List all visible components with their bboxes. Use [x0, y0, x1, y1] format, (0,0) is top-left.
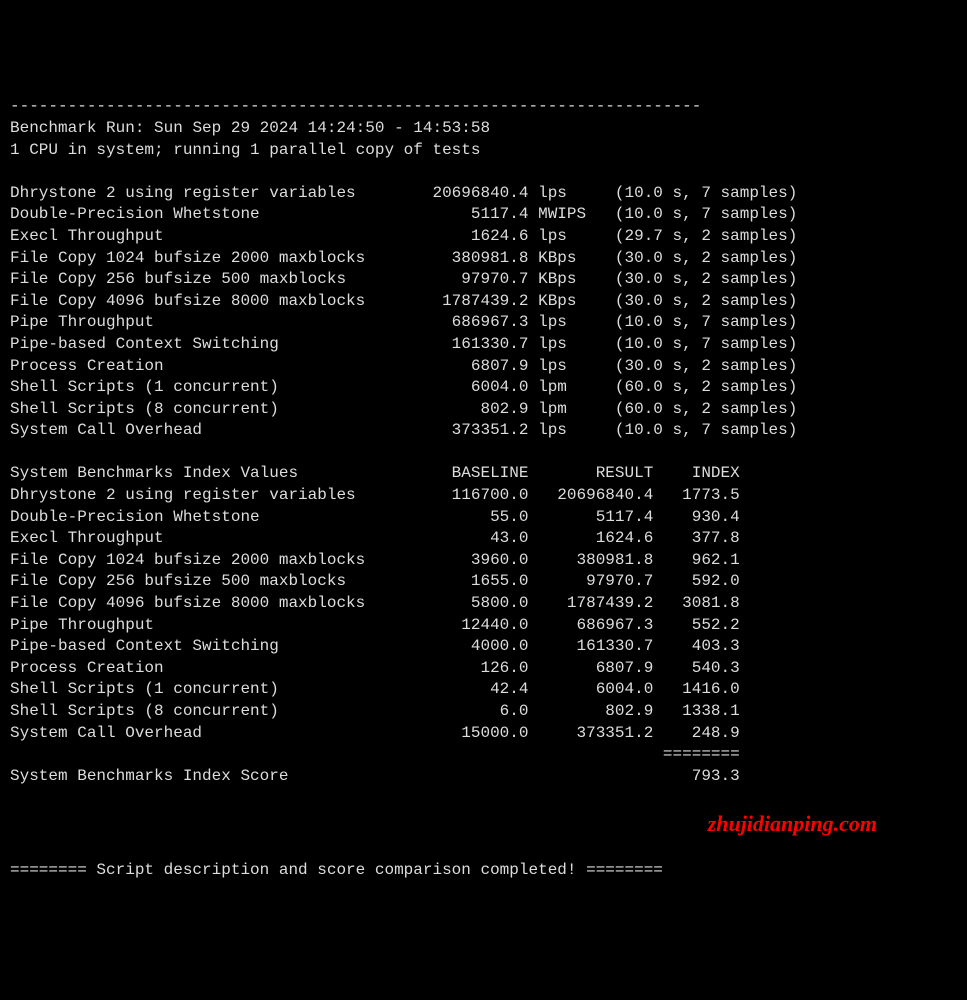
watermark-text: zhujidianping.com — [10, 809, 957, 839]
run-label: Benchmark Run: — [10, 119, 144, 137]
index-table-block: System Benchmarks Index Values BASELINE … — [10, 463, 957, 787]
rule-top: ----------------------------------------… — [10, 97, 701, 115]
run-time: Sun Sep 29 2024 14:24:50 - 14:53:58 — [154, 119, 490, 137]
raw-results-block: Dhrystone 2 using register variables 206… — [10, 183, 957, 442]
terminal-output: ----------------------------------------… — [10, 96, 957, 881]
footer-line: ======== Script description and score co… — [10, 861, 663, 879]
sysinfo: 1 CPU in system; running 1 parallel copy… — [10, 141, 480, 159]
